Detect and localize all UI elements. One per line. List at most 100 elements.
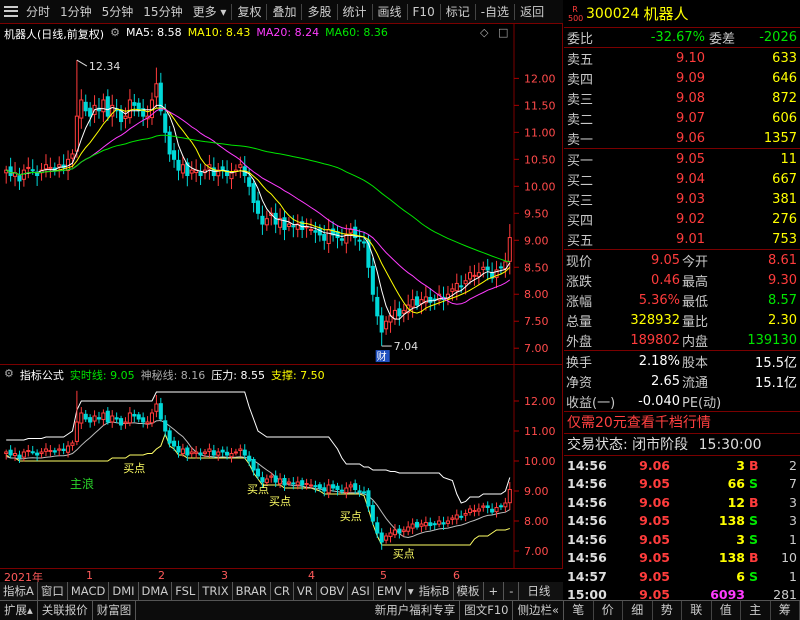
restore-rights-button[interactable]: 复权 <box>232 0 266 24</box>
tick-price: 9.05 <box>639 550 670 566</box>
tab-brar[interactable]: BRAR <box>233 582 271 600</box>
quote-tab[interactable]: 筹 <box>771 600 800 620</box>
y-tick-label: 9.00 <box>524 485 549 498</box>
tab-window[interactable]: 窗口 <box>38 582 68 600</box>
level2-promo-link[interactable]: 仅需20元查看千档行情 <box>564 412 800 434</box>
candle-body <box>308 228 314 231</box>
new-user-benefit-link[interactable]: 新用户福利专享 <box>371 601 461 620</box>
candle-body <box>43 164 49 170</box>
extend-button[interactable]: 扩展▴ <box>0 601 38 620</box>
remove-watchlist-button[interactable]: -自选 <box>476 0 514 24</box>
graphic-f10-button[interactable]: 图文F10 <box>460 601 514 620</box>
quote-row: 涨幅 5.36% 最低 8.57 <box>564 290 800 310</box>
label: 卖三 <box>567 92 594 108</box>
buy-point-label: 买点 <box>269 495 291 508</box>
label: PE(动) <box>682 395 722 411</box>
ind-candle-body <box>57 448 62 451</box>
tick-list[interactable]: 14:56 9.06 3 B 2 14:56 9.05 66 S 7 14:56 9.06 12 B 3 14… <box>564 456 800 604</box>
value: 9.10 <box>676 50 705 66</box>
related-quote-tab[interactable]: 关联报价 <box>38 601 93 620</box>
menu-icon[interactable] <box>4 5 18 19</box>
quote-tab[interactable]: 主 <box>741 600 771 620</box>
tick-count: 1 <box>789 568 797 584</box>
stock-code: 300024 <box>586 5 640 22</box>
tab-15min[interactable]: 15分钟 <box>138 0 187 24</box>
ind-candle-body <box>83 413 88 420</box>
tab-indicator-b[interactable]: 指标B <box>416 582 454 600</box>
ind-candle-body <box>163 420 168 432</box>
tab-emv[interactable]: EMV <box>374 582 406 600</box>
quote-tab[interactable]: 价 <box>594 600 623 620</box>
tab-cr[interactable]: CR <box>271 582 294 600</box>
f10-button[interactable]: F10 <box>408 0 440 24</box>
tick-price: 9.05 <box>639 568 670 584</box>
ind-candle-body <box>8 449 13 456</box>
back-button[interactable]: 返回 <box>515 0 549 24</box>
y-tick-label: 7.00 <box>524 342 549 355</box>
ind-candle-body <box>26 450 31 452</box>
tick-side: B <box>749 457 759 473</box>
tick-side: S <box>749 476 759 492</box>
overlay-button[interactable]: 叠加 <box>267 0 301 24</box>
wealth-chart-tab[interactable]: 财富图 <box>93 601 137 620</box>
tab-fenshi[interactable]: 分时 <box>21 0 55 24</box>
candle-body <box>101 99 106 113</box>
quote-tab[interactable]: 值 <box>712 600 741 620</box>
y-tick-label: 10.00 <box>524 180 556 193</box>
ind-candle-body <box>437 520 442 525</box>
tab-macd[interactable]: MACD <box>68 582 110 600</box>
tab-vr[interactable]: VR <box>294 582 317 600</box>
candle-body <box>26 166 31 169</box>
tab-dma[interactable]: DMA <box>139 582 173 600</box>
indicator-chart[interactable]: ⚙ 指标公式 实时线: 9.05 神秘线: 8.16 压力: 8.55 支撑: … <box>0 365 563 568</box>
ind-candle-body <box>145 421 150 425</box>
tick-row: 14:56 9.05 3 S 1 <box>564 530 800 549</box>
trading-status: 交易状态: 闭市阶段 15:30:00 <box>564 434 800 456</box>
zoom-in-button[interactable]: + <box>484 582 505 600</box>
tick-side: S <box>749 513 759 529</box>
quote-tab[interactable]: 笔 <box>564 600 594 620</box>
ind-candle-body <box>141 417 146 423</box>
tab-obv[interactable]: OBV <box>317 582 349 600</box>
label: 卖一 <box>567 132 594 148</box>
multi-stock-button[interactable]: 多股 <box>302 0 336 24</box>
ind-candle-body <box>472 510 477 512</box>
ind-candle-body <box>39 451 44 454</box>
label: 买五 <box>567 233 594 249</box>
tab-fsl[interactable]: FSL <box>172 582 200 600</box>
ind-candle-body <box>211 450 216 456</box>
tick-row: 14:56 9.05 138 S 3 <box>564 512 800 531</box>
sidebar-toggle-button[interactable]: 侧边栏« <box>513 601 564 620</box>
tab-indicator-a[interactable]: 指标A <box>0 582 38 600</box>
candle-body <box>286 223 291 228</box>
value: 15.5亿 <box>755 355 797 371</box>
candle-body <box>176 159 181 171</box>
kline-chart[interactable]: 机器人(日线,前复权) ⚙ MA5: 8.58 MA10: 8.43 MA20:… <box>0 24 563 365</box>
ind-candle-body <box>127 412 132 424</box>
quote-tab[interactable]: 势 <box>653 600 682 620</box>
chevron-down-icon[interactable]: ▾ <box>406 582 416 600</box>
mark-button[interactable]: 标记 <box>441 0 475 24</box>
order-ratio-row: 委比 -32.67% 委差 -2026 <box>564 28 800 48</box>
candle-body <box>8 166 13 177</box>
quote-tab[interactable]: 联 <box>682 600 712 620</box>
tab-more[interactable]: 更多 ▾ <box>188 0 232 24</box>
candle-body <box>481 266 486 270</box>
tab-5min[interactable]: 5分钟 <box>97 0 139 24</box>
tab-dmi[interactable]: DMI <box>109 582 139 600</box>
value: 8.61 <box>768 252 797 268</box>
candle-body <box>401 309 406 314</box>
tab-template[interactable]: 模板 <box>454 582 484 600</box>
zoom-out-button[interactable]: - <box>504 582 520 600</box>
tab-trix[interactable]: TRIX <box>199 582 233 600</box>
tab-1min[interactable]: 1分钟 <box>55 0 97 24</box>
y-tick-label: 11.00 <box>524 425 556 438</box>
value: 633 <box>772 50 797 66</box>
statistics-button[interactable]: 统计 <box>338 0 372 24</box>
quote-tab[interactable]: 细 <box>623 600 653 620</box>
ind-candle-body <box>136 414 141 420</box>
draw-line-button[interactable]: 画线 <box>373 0 407 24</box>
period-label[interactable]: 日线 <box>519 582 553 600</box>
tab-asi[interactable]: ASI <box>348 582 374 600</box>
quote-row: 换手 2.18% 股本 15.5亿 <box>564 351 800 371</box>
